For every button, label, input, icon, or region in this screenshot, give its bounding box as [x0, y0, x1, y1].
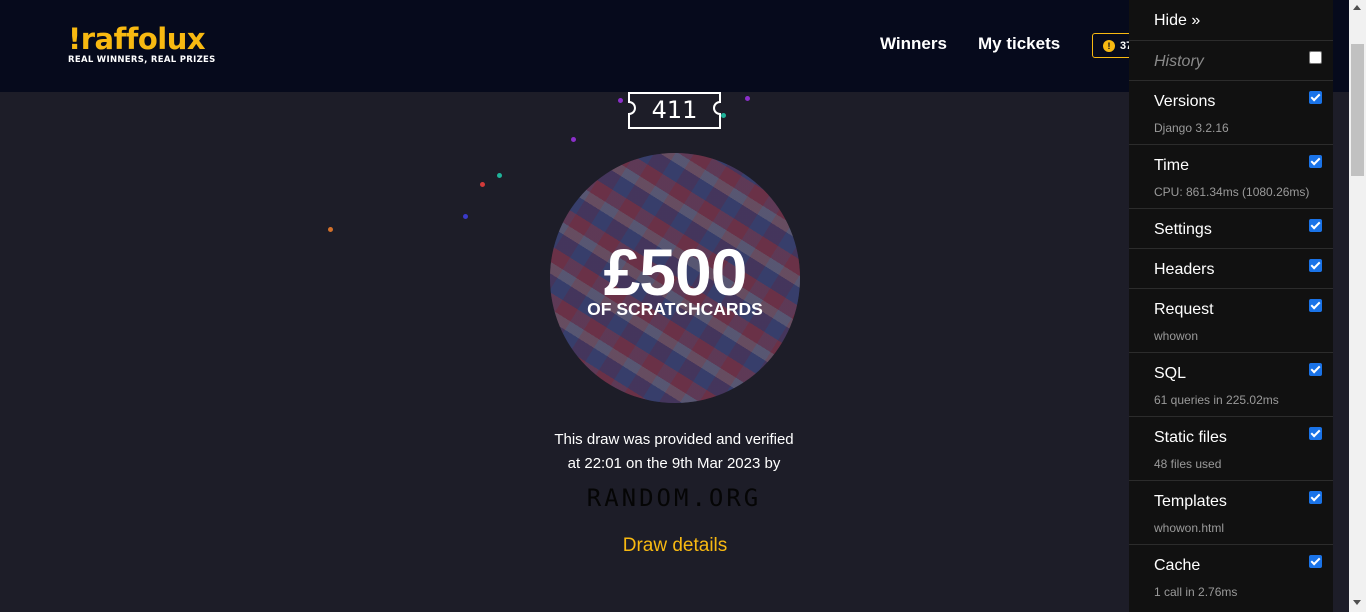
confetti-dot [745, 96, 750, 101]
logo-wordmark: !raffolux [68, 22, 206, 56]
prize-subtitle: OF SCRATCHCARDS [587, 299, 763, 319]
debug-panel-title[interactable]: Request [1154, 301, 1214, 319]
page-scrollbar[interactable] [1349, 0, 1366, 612]
debug-panel-title[interactable]: Settings [1154, 221, 1212, 239]
debug-panel-toggle-checkbox[interactable] [1309, 491, 1322, 504]
debug-panel-summary: Django 3.2.16 [1154, 121, 1229, 135]
debug-panel-time[interactable]: Time CPU: 861.34ms (1080.26ms) [1129, 144, 1333, 208]
debug-panel-sql[interactable]: SQL 61 queries in 225.02ms [1129, 352, 1333, 416]
debug-panel-toggle-checkbox[interactable] [1309, 299, 1322, 312]
draw-verification-text: This draw was provided and verified at 2… [520, 428, 828, 476]
debug-panel-settings[interactable]: Settings [1129, 208, 1333, 248]
nav-winners-link[interactable]: Winners [880, 34, 947, 54]
debug-panel-toggle-checkbox[interactable] [1309, 259, 1322, 272]
debug-toolbar-hide-button[interactable]: Hide » [1154, 12, 1200, 30]
random-org-logo[interactable]: RANDOM.ORG [574, 484, 774, 512]
confetti-dot [328, 227, 333, 232]
debug-panel-title[interactable]: History [1154, 53, 1204, 71]
debug-panel-toggle-checkbox[interactable] [1309, 427, 1322, 440]
debug-panel-toggle-checkbox[interactable] [1309, 219, 1322, 232]
coin-icon: ! [1103, 39, 1115, 52]
debug-panel-title[interactable]: Headers [1154, 261, 1214, 279]
debug-panel-toggle-checkbox[interactable] [1309, 555, 1322, 568]
debug-panel-headers[interactable]: Headers [1129, 248, 1333, 288]
scroll-up-arrow-icon[interactable] [1353, 5, 1361, 10]
nav-my-tickets-link[interactable]: My tickets [978, 34, 1060, 54]
winning-ticket-number: 411 [651, 96, 698, 124]
debug-panel-templates[interactable]: Templates whowon.html [1129, 480, 1333, 544]
debug-panel-request[interactable]: Request whowon [1129, 288, 1333, 352]
confetti-dot [480, 182, 485, 187]
verify-line-1: This draw was provided and verified [554, 431, 794, 448]
debug-panel-title[interactable]: Templates [1154, 493, 1227, 511]
confetti-dot [618, 98, 623, 103]
debug-panel-toggle-checkbox[interactable] [1309, 155, 1322, 168]
debug-panel-title[interactable]: Static files [1154, 429, 1227, 447]
confetti-dot [497, 173, 502, 178]
debug-panel-toggle-checkbox[interactable] [1309, 91, 1322, 104]
debug-panel-history[interactable]: History [1129, 40, 1333, 80]
logo-tagline: REAL WINNERS, REAL PRIZES [68, 55, 216, 65]
debug-panel-summary: whowon.html [1154, 521, 1225, 535]
verify-line-2: at 22:01 on the 9th Mar 2023 by [567, 455, 781, 472]
prize-amount: £500 [603, 235, 748, 309]
scrollbar-thumb[interactable] [1351, 44, 1364, 176]
debug-panel-title[interactable]: Time [1154, 157, 1189, 175]
debug-panel-toggle-checkbox[interactable] [1309, 51, 1322, 64]
debug-panel-title[interactable]: Versions [1154, 93, 1215, 111]
debug-panel-summary: 1 call in 2.76ms [1154, 585, 1238, 599]
scroll-down-arrow-icon[interactable] [1353, 600, 1361, 605]
debug-panel-summary: 48 files used [1154, 457, 1222, 471]
ticket-number-badge: 411 [628, 92, 721, 129]
raffolux-logo[interactable]: !raffolux REAL WINNERS, REAL PRIZES [68, 24, 216, 65]
debug-panel-title[interactable]: Cache [1154, 557, 1200, 575]
confetti-dot [463, 214, 468, 219]
debug-panel-toggle-checkbox[interactable] [1309, 363, 1322, 376]
debug-panel-versions[interactable]: Versions Django 3.2.16 [1129, 80, 1333, 144]
debug-panel-title[interactable]: SQL [1154, 365, 1186, 383]
debug-panel-static-files[interactable]: Static files 48 files used [1129, 416, 1333, 480]
prize-image: £500 OF SCRATCHCARDS [550, 153, 800, 403]
draw-details-link[interactable]: Draw details [600, 535, 750, 557]
debug-panel-summary: 61 queries in 225.02ms [1154, 393, 1279, 407]
debug-panel-cache[interactable]: Cache 1 call in 2.76ms [1129, 544, 1333, 608]
debug-panel-summary: whowon [1154, 329, 1199, 343]
confetti-dot [721, 113, 726, 118]
debug-panel-summary: CPU: 861.34ms (1080.26ms) [1154, 185, 1310, 199]
confetti-dot [571, 137, 576, 142]
